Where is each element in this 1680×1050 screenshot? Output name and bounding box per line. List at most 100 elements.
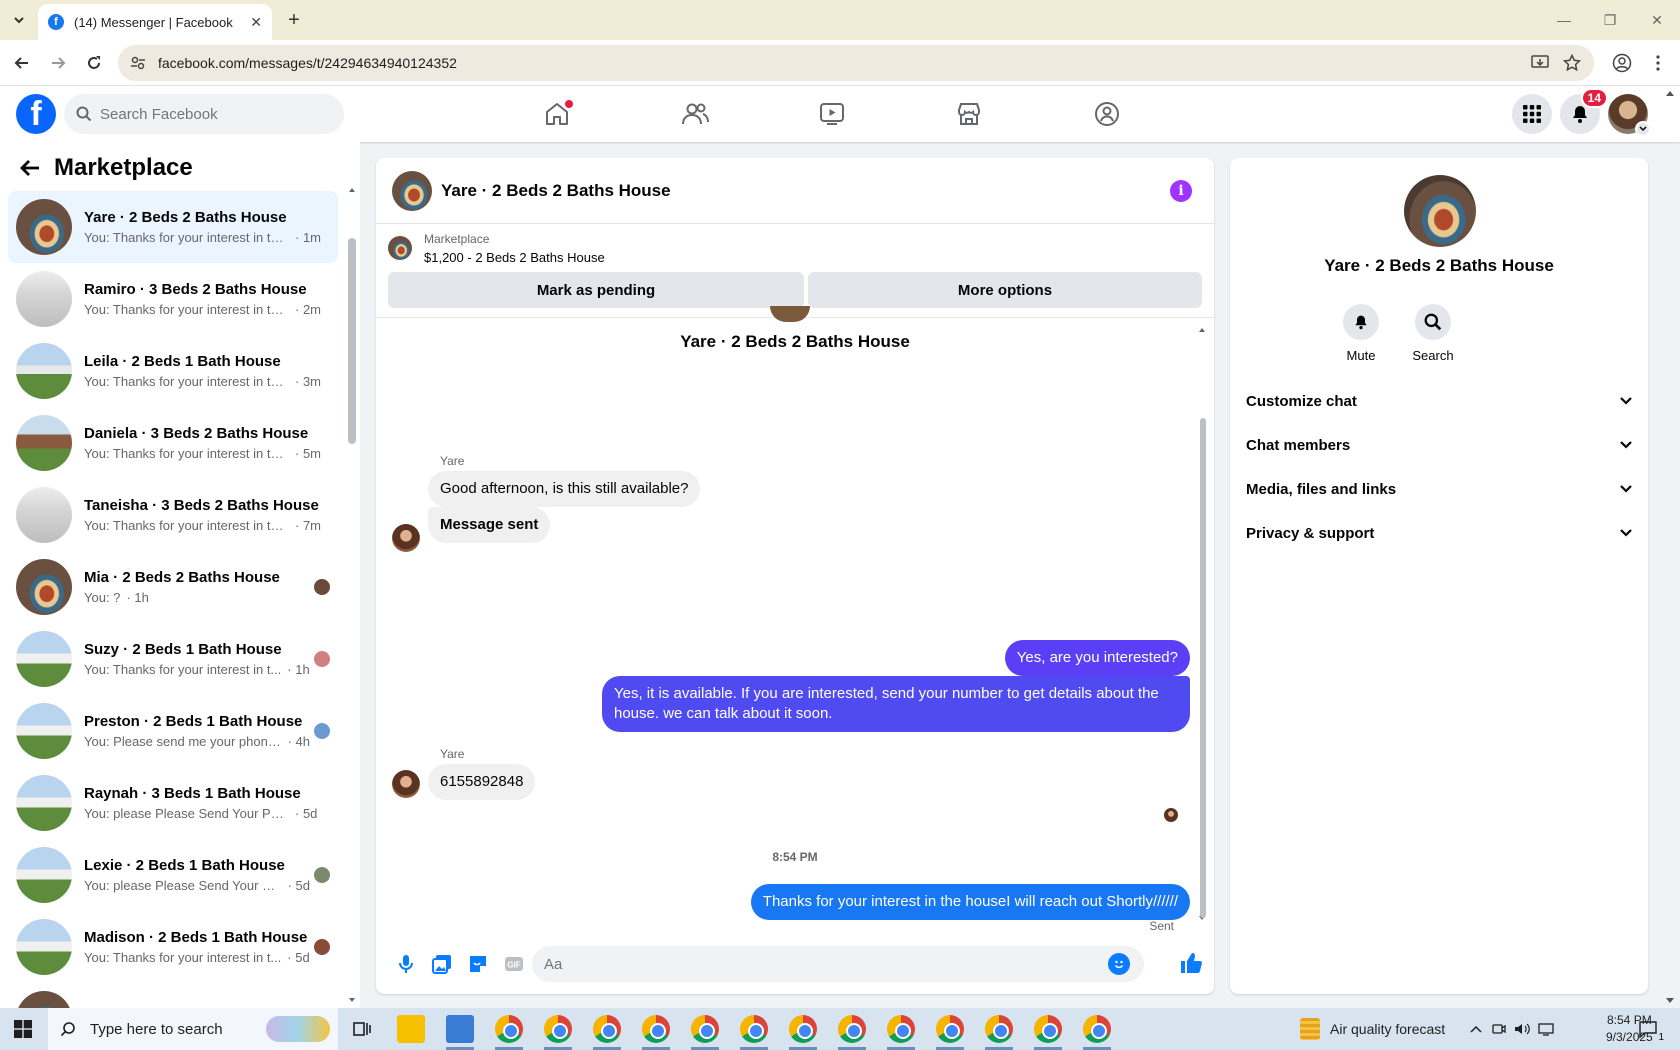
conversation-item[interactable]: Mia · 2 Beds 2 Baths House You: ? · 1h [8, 551, 338, 623]
incoming-message[interactable]: Message sent [428, 507, 551, 543]
chrome-icon[interactable] [740, 1015, 768, 1043]
sidebar-scroll-thumb[interactable] [348, 238, 356, 444]
chrome-icon[interactable] [1034, 1015, 1062, 1043]
new-tab-button[interactable]: + [282, 8, 306, 32]
customize-chat-section[interactable]: Customize chat [1246, 381, 1632, 421]
mark-as-pending-button[interactable]: Mark as pending [388, 272, 804, 308]
chevron-up-icon[interactable] [1470, 1025, 1482, 1033]
conversation-preview: You: Thanks for your interest in the... [84, 518, 289, 533]
reload-icon[interactable] [82, 51, 106, 75]
sender-avatar[interactable] [392, 770, 420, 798]
menu-grid-button[interactable] [1512, 94, 1552, 134]
forward-icon[interactable] [46, 51, 70, 75]
conversation-item[interactable]: Taneisha · 3 Beds 2 Baths House You: Than… [8, 479, 338, 551]
browser-tab[interactable]: f (14) Messenger | Facebook ✕ [38, 4, 272, 40]
info-icon[interactable]: i [1170, 180, 1192, 202]
sticky-notes-icon[interactable] [397, 1015, 425, 1043]
chrome-icon[interactable] [789, 1015, 817, 1043]
profile-icon[interactable] [1610, 51, 1634, 75]
conversation-item[interactable]: Suzy · 2 Beds 1 Bath House You: Thanks fo… [8, 623, 338, 695]
media-files-links-section[interactable]: Media, files and links [1246, 469, 1632, 509]
nav-home[interactable] [527, 94, 587, 134]
facebook-search[interactable] [64, 94, 344, 134]
chrome-icon[interactable] [887, 1015, 915, 1043]
chrome-icon[interactable] [838, 1015, 866, 1043]
nav-groups[interactable] [1077, 94, 1137, 134]
search-action[interactable]: Search [1398, 304, 1468, 363]
conversation-item[interactable]: Daniela · 3 Beds 2 Baths House You: Thank… [8, 407, 338, 479]
chat-members-section[interactable]: Chat members [1246, 425, 1632, 465]
task-view-icon[interactable] [348, 1015, 376, 1043]
incoming-message[interactable]: Good afternoon, is this still available? [428, 471, 701, 507]
windows-start-icon[interactable] [14, 1020, 32, 1038]
message-input[interactable] [544, 955, 1084, 973]
account-avatar[interactable] [1608, 94, 1651, 137]
nav-marketplace[interactable] [939, 94, 999, 134]
weather-widget[interactable]: Air quality forecast [1300, 1008, 1445, 1050]
message-input-box[interactable] [532, 946, 1144, 982]
profile-avatar[interactable] [1404, 175, 1476, 247]
tab-search-icon[interactable] [8, 9, 30, 31]
close-tab-icon[interactable]: ✕ [250, 14, 262, 31]
more-options-button[interactable]: More options [808, 272, 1202, 308]
restore-icon[interactable]: ❐ [1598, 8, 1622, 32]
microphone-icon[interactable] [390, 948, 422, 980]
conversation-name: Lexie · 2 Beds 1 Bath House [84, 857, 285, 874]
chrome-icon[interactable] [544, 1015, 572, 1043]
conversation-item[interactable]: Yare · 2 Beds 2 Baths House You: Thanks f… [8, 191, 338, 263]
site-info-icon[interactable] [130, 55, 146, 71]
notifications-button[interactable]: 14 [1560, 88, 1608, 134]
chat-title[interactable]: Yare · 2 Beds 2 Baths House [441, 181, 671, 201]
volume-icon[interactable] [1514, 1022, 1530, 1036]
meet-icon[interactable] [1492, 1022, 1506, 1036]
incoming-message[interactable]: 6155892848 [428, 764, 536, 800]
close-window-icon[interactable]: ✕ [1645, 8, 1669, 32]
nav-watch[interactable] [802, 94, 862, 134]
listing-thumbnail[interactable] [388, 236, 412, 260]
outgoing-message[interactable]: Thanks for your interest in the houseI w… [750, 884, 1190, 920]
conversation-item[interactable]: Leila · 2 Beds 1 Bath House You: Thanks f… [8, 335, 338, 407]
minimize-icon[interactable]: — [1552, 8, 1576, 32]
taskbar-search[interactable]: Type here to search [48, 1008, 338, 1050]
address-bar[interactable]: facebook.com/messages/t/2429463494012435… [118, 45, 1594, 81]
chrome-icon[interactable] [495, 1015, 523, 1043]
outgoing-message[interactable]: Yes, it is available. If you are interes… [602, 676, 1190, 732]
bookmark-star-icon[interactable] [1560, 51, 1584, 75]
back-arrow-icon[interactable] [20, 159, 40, 177]
chrome-icon[interactable] [985, 1015, 1013, 1043]
back-icon[interactable] [10, 51, 34, 75]
conversation-item[interactable]: Madison · 2 Beds 1 Bath House You: Thanks… [8, 911, 338, 983]
conversation-item[interactable]: Nana · 2 Beds 2 Baths House [8, 983, 338, 1008]
conversation-info: Mia · 2 Beds 2 Baths House You: ? · 1h [84, 569, 310, 605]
sticker-icon[interactable] [462, 948, 494, 980]
notification-center-icon[interactable]: 1 [1638, 1019, 1664, 1043]
conversation-item[interactable]: Preston · 2 Beds 1 Bath House You: Please… [8, 695, 338, 767]
install-app-icon[interactable] [1528, 51, 1552, 75]
outgoing-message[interactable]: Yes, are you interested? [1004, 640, 1190, 676]
thumbs-up-icon[interactable] [1176, 948, 1206, 978]
conversation-item[interactable]: Ramiro · 3 Beds 2 Baths House You: Thanks… [8, 263, 338, 335]
conversation-item[interactable]: Lexie · 2 Beds 1 Bath House You: please P… [8, 839, 338, 911]
chrome-icon[interactable] [936, 1015, 964, 1043]
gif-icon[interactable]: GIF [498, 948, 530, 980]
chrome-icon[interactable] [691, 1015, 719, 1043]
network-icon[interactable] [1538, 1022, 1554, 1036]
chat-avatar[interactable] [392, 170, 432, 211]
privacy-support-section[interactable]: Privacy & support [1246, 513, 1632, 553]
mute-action[interactable]: Mute [1326, 304, 1396, 363]
browser-menu-icon[interactable] [1646, 51, 1670, 75]
chrome-icon[interactable] [642, 1015, 670, 1043]
snipping-tool-icon[interactable] [446, 1015, 474, 1043]
emoji-icon[interactable] [1108, 953, 1130, 975]
chrome-icon[interactable] [1083, 1015, 1111, 1043]
nav-friends[interactable] [665, 94, 725, 134]
sender-avatar[interactable] [392, 524, 420, 552]
listing-title[interactable]: $1,200 - 2 Beds 2 Baths House [424, 250, 605, 265]
chat-scroll-thumb[interactable] [1200, 418, 1206, 918]
chrome-icon[interactable] [593, 1015, 621, 1043]
facebook-logo-icon[interactable]: f [16, 94, 56, 134]
facebook-search-input[interactable] [100, 105, 320, 123]
page-scrollbar[interactable] [1660, 86, 1680, 1008]
photo-icon[interactable] [426, 948, 458, 980]
conversation-item[interactable]: Raynah · 3 Beds 1 Bath House You: please … [8, 767, 338, 839]
